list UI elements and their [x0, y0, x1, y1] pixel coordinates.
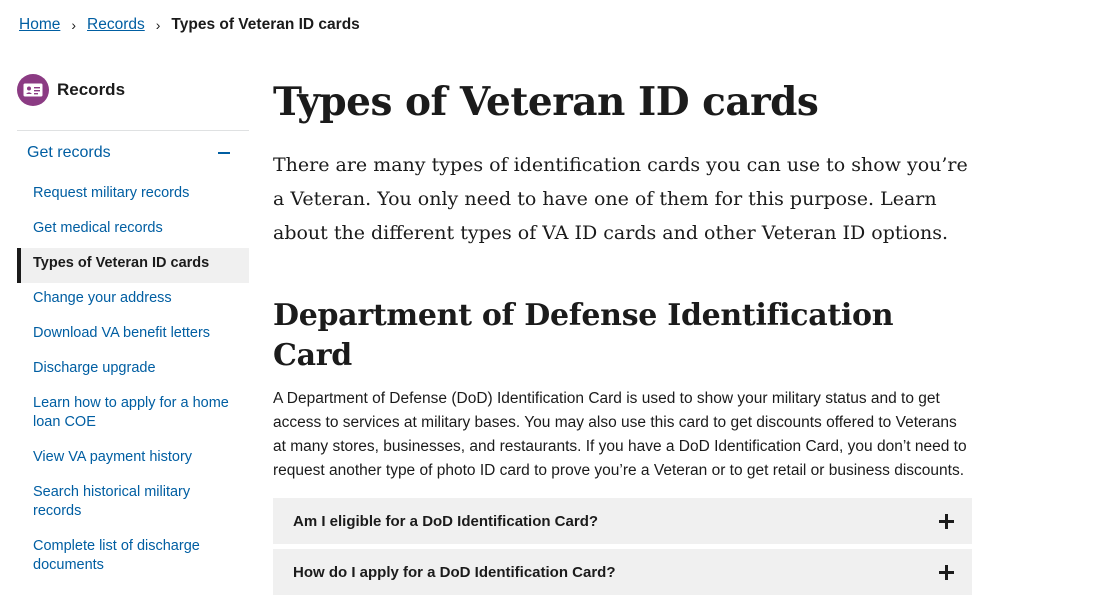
sidebar-item-types-of-veteran-id-cards[interactable]: Types of Veteran ID cards	[17, 248, 249, 283]
id-card-icon	[17, 74, 49, 106]
plus-icon[interactable]	[939, 513, 954, 529]
accordion-item-eligibility[interactable]: Am I eligible for a DoD Identification C…	[273, 498, 972, 544]
sidebar-item-discharge-upgrade[interactable]: Discharge upgrade	[17, 353, 249, 388]
sidebar-item-download-va-benefit-letters[interactable]: Download VA benefit letters	[17, 318, 249, 353]
sidebar-item-request-military-records[interactable]: Request military records	[17, 178, 249, 213]
sidebar-item-complete-list-of-discharge-documents[interactable]: Complete list of discharge documents	[17, 531, 249, 585]
page-title: Types of Veteran ID cards	[273, 79, 819, 125]
accordion: Am I eligible for a DoD Identification C…	[273, 498, 972, 595]
section-heading: Department of Defense Identification Car…	[273, 298, 894, 373]
sidebar-section-label: Get records	[27, 144, 111, 161]
breadcrumb-current: Types of Veteran ID cards	[171, 16, 360, 33]
plus-icon[interactable]	[939, 564, 954, 580]
accordion-label[interactable]: Am I eligible for a DoD Identification C…	[293, 513, 598, 530]
sidebar-title: Records	[57, 80, 126, 99]
breadcrumb-separator: ›	[155, 17, 161, 33]
sidebar-item-home-loan-coe[interactable]: Learn how to apply for a home loan COE	[17, 388, 249, 442]
breadcrumb-home-link[interactable]: Home	[19, 16, 60, 34]
minus-icon[interactable]	[218, 152, 230, 154]
sidebar-header: Records	[17, 73, 249, 107]
sidebar-item-search-historical-military-records[interactable]: Search historical military records	[17, 477, 249, 531]
main-content: Types of Veteran ID cards There are many…	[273, 78, 973, 600]
accordion-label[interactable]: How do I apply for a DoD Identification …	[293, 564, 616, 581]
sidebar-item-change-your-address[interactable]: Change your address	[17, 283, 249, 318]
breadcrumb: Home › Records › Types of Veteran ID car…	[19, 15, 360, 35]
intro-text: There are many types of identification c…	[273, 154, 968, 244]
sidebar-item-get-medical-records[interactable]: Get medical records	[17, 213, 249, 248]
sidebar-section-get-records[interactable]: Get records	[17, 131, 249, 175]
breadcrumb-separator: ›	[71, 17, 77, 33]
sidebar-nav: Records Get records Request military rec…	[17, 73, 249, 585]
breadcrumb-records-link[interactable]: Records	[87, 16, 145, 34]
accordion-item-apply[interactable]: How do I apply for a DoD Identification …	[273, 549, 972, 595]
sidebar-item-va-payment-history[interactable]: View VA payment history	[17, 442, 249, 477]
section-body: A Department of Defense (DoD) Identifica…	[273, 390, 967, 479]
sidebar-list: Request military records Get medical rec…	[17, 178, 249, 585]
